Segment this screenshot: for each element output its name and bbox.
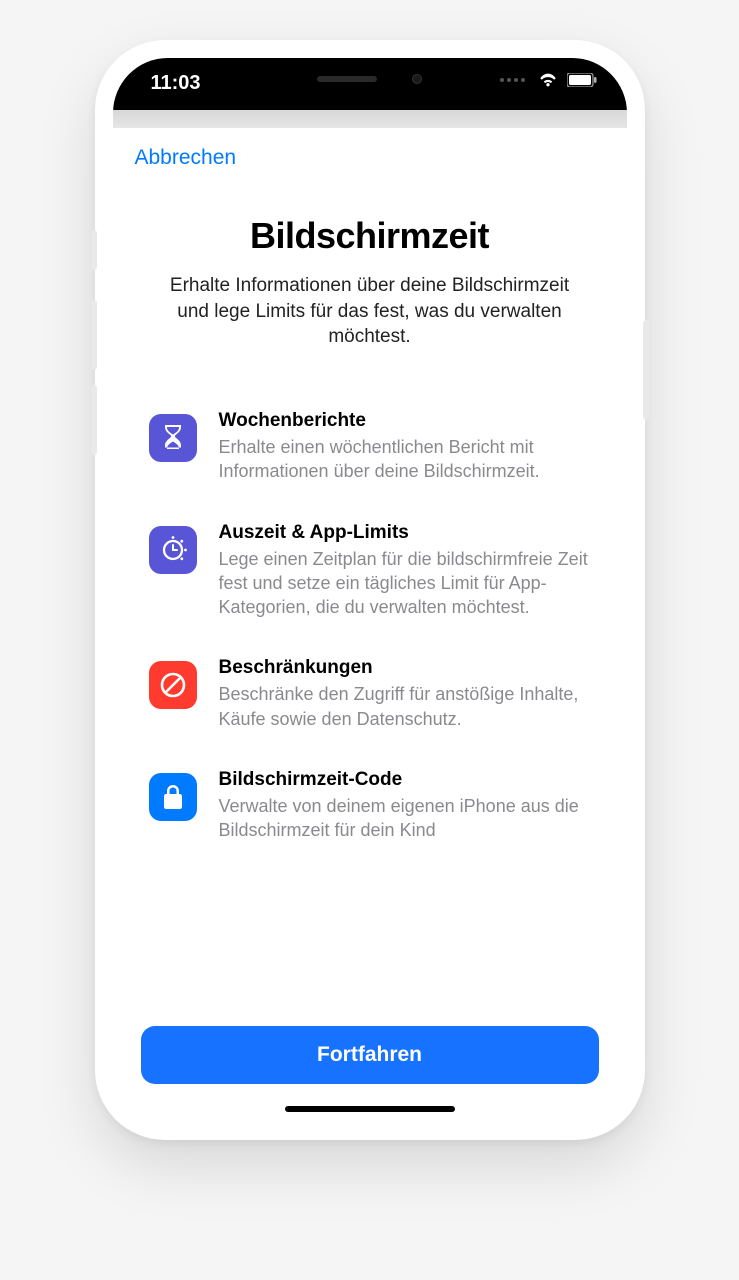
status-right xyxy=(500,72,597,88)
sheet-backdrop xyxy=(113,110,627,128)
mute-switch xyxy=(91,230,97,270)
feature-body: Verwalte von deinem eigenen iPhone aus d… xyxy=(219,794,595,843)
feature-body: Lege einen Zeitplan für die bildschirmfr… xyxy=(219,547,595,620)
clock-dial-icon xyxy=(149,526,197,574)
front-camera xyxy=(412,74,422,84)
no-entry-icon xyxy=(149,661,197,709)
power-button xyxy=(643,320,649,420)
volume-down-button xyxy=(91,385,97,455)
screen: 11:03 Abbrechen Bildschirmzeit xyxy=(113,58,627,1122)
status-time: 11:03 xyxy=(151,72,201,95)
home-indicator[interactable] xyxy=(285,1106,455,1112)
battery-icon xyxy=(567,73,597,87)
hourglass-icon xyxy=(149,414,197,462)
feature-screentime-code: Bildschirmzeit-Code Verwalte von deinem … xyxy=(149,769,595,843)
continue-button[interactable]: Fortfahren xyxy=(141,1026,599,1084)
notch xyxy=(245,58,495,100)
feature-body: Beschränke den Zugriff für anstößige Inh… xyxy=(219,682,595,731)
lock-icon xyxy=(149,773,197,821)
feature-title: Beschränkungen xyxy=(219,657,595,679)
feature-downtime-limits: Auszeit & App-Limits Lege einen Zeitplan… xyxy=(149,522,595,620)
phone-frame: 11:03 Abbrechen Bildschirmzeit xyxy=(95,40,645,1140)
volume-up-button xyxy=(91,300,97,370)
cellular-dots-icon xyxy=(500,78,525,82)
feature-title: Auszeit & App-Limits xyxy=(219,522,595,544)
footer-bar: Fortfahren xyxy=(113,1004,627,1122)
page-subtitle: Erhalte Informationen über deine Bildsch… xyxy=(143,273,597,350)
feature-title: Bildschirmzeit-Code xyxy=(219,769,595,791)
feature-title: Wochenberichte xyxy=(219,410,595,432)
status-bar: 11:03 xyxy=(113,58,627,110)
feature-restrictions: Beschränkungen Beschränke den Zugriff fü… xyxy=(149,657,595,731)
feature-body: Erhalte einen wöchentlichen Bericht mit … xyxy=(219,435,595,484)
modal-sheet: Abbrechen Bildschirmzeit Erhalte Informa… xyxy=(113,128,627,1122)
wifi-icon xyxy=(537,72,559,88)
cancel-button[interactable]: Abbrechen xyxy=(135,146,237,170)
feature-weekly-reports: Wochenberichte Erhalte einen wöchentlich… xyxy=(149,410,595,484)
speaker-grille xyxy=(317,76,377,82)
page-title: Bildschirmzeit xyxy=(143,215,597,257)
